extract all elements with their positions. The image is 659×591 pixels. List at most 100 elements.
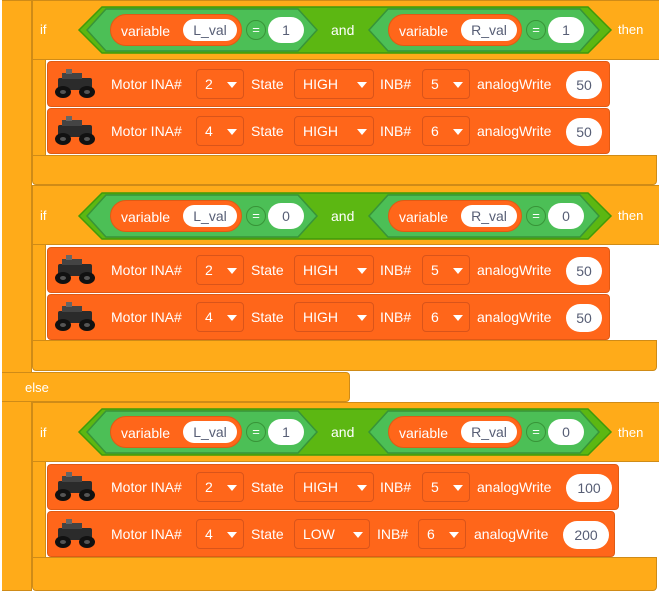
analogwrite-input[interactable]: 50	[566, 71, 602, 99]
ina-dropdown[interactable]: 2	[196, 255, 244, 285]
variable-name-field[interactable]: L_val	[183, 421, 237, 443]
variable-reporter[interactable]: variable R_val	[388, 416, 522, 448]
analogwrite-input[interactable]: 50	[566, 118, 602, 146]
if-block-2-arm	[32, 245, 46, 345]
inb-dropdown[interactable]: 6	[418, 519, 466, 549]
state-dropdown[interactable]: HIGH	[294, 116, 374, 146]
compare-value-input[interactable]: 1	[548, 17, 584, 43]
motor-ina-label: Motor INA#	[111, 526, 182, 542]
and-condition[interactable]: variable L_val = 0 and variable R_val = …	[77, 192, 613, 240]
compare-value-input[interactable]: 1	[268, 419, 304, 445]
variable-label: variable	[121, 209, 171, 225]
state-label: State	[251, 526, 284, 542]
motor-ina-label: Motor INA#	[111, 76, 182, 92]
inb-label: INB#	[380, 76, 412, 92]
variable-label: variable	[399, 209, 449, 225]
compare-value-input[interactable]: 0	[548, 419, 584, 445]
inb-dropdown[interactable]: 5	[422, 69, 470, 99]
analogwrite-label: analogWrite	[477, 123, 552, 139]
ina-dropdown[interactable]: 4	[196, 519, 244, 549]
inb-dropdown[interactable]: 6	[422, 116, 470, 146]
state-dropdown[interactable]: HIGH	[294, 69, 374, 99]
variable-name-field[interactable]: R_val	[461, 19, 517, 41]
ina-dropdown[interactable]: 2	[196, 69, 244, 99]
equals-sign: =	[246, 422, 266, 442]
compare-value-input[interactable]: 0	[268, 203, 304, 229]
variable-reporter[interactable]: variable L_val	[110, 416, 242, 448]
variable-reporter[interactable]: variable R_val	[388, 200, 522, 232]
variable-reporter[interactable]: variable R_val	[388, 14, 522, 46]
analogwrite-input[interactable]: 50	[566, 257, 602, 285]
state-value: HIGH	[303, 309, 338, 325]
if-block-1-arm	[32, 60, 46, 160]
variable-name-field[interactable]: L_val	[183, 19, 237, 41]
state-value: HIGH	[303, 479, 338, 495]
inb-label: INB#	[380, 262, 412, 278]
inb-value: 6	[431, 309, 439, 325]
motor-block[interactable]: Motor INA# 2 State HIGH INB# 5 analogWri…	[47, 61, 610, 107]
motor-ina-label: Motor INA#	[111, 123, 182, 139]
inb-label: INB#	[380, 309, 412, 325]
if-block-3-footer	[32, 557, 657, 591]
variable-label: variable	[399, 425, 449, 441]
ina-value: 4	[205, 526, 213, 542]
ina-value: 2	[205, 76, 213, 92]
inb-label: INB#	[380, 479, 412, 495]
variable-name-field[interactable]: R_val	[461, 421, 517, 443]
caret-down-icon	[453, 315, 463, 321]
motor-ina-label: Motor INA#	[111, 309, 182, 325]
variable-reporter[interactable]: variable L_val	[110, 200, 242, 232]
robot-car-icon	[55, 116, 95, 145]
caret-down-icon	[449, 532, 459, 538]
state-dropdown[interactable]: HIGH	[294, 302, 374, 332]
ina-dropdown[interactable]: 4	[196, 116, 244, 146]
motor-block[interactable]: Motor INA# 2 State HIGH INB# 5 analogWri…	[47, 464, 619, 510]
equals-sign: =	[246, 206, 266, 226]
motor-block[interactable]: Motor INA# 4 State HIGH INB# 6 analogWri…	[47, 108, 610, 154]
and-keyword: and	[331, 22, 355, 38]
equals-sign: =	[246, 20, 266, 40]
caret-down-icon	[453, 82, 463, 88]
ina-dropdown[interactable]: 2	[196, 472, 244, 502]
variable-label: variable	[121, 425, 171, 441]
state-dropdown[interactable]: HIGH	[294, 472, 374, 502]
compare-value-input[interactable]: 1	[268, 17, 304, 43]
analogwrite-label: analogWrite	[474, 526, 549, 542]
outer-if-else-frame[interactable]	[2, 0, 32, 591]
caret-down-icon	[357, 268, 367, 274]
analogwrite-input[interactable]: 100	[566, 474, 612, 502]
then-keyword: then	[618, 22, 644, 37]
inb-dropdown[interactable]: 5	[422, 255, 470, 285]
if-keyword: if	[40, 425, 47, 440]
and-condition[interactable]: variable L_val = 1 and variable R_val = …	[77, 408, 613, 456]
motor-block[interactable]: Motor INA# 4 State HIGH INB# 6 analogWri…	[47, 294, 610, 340]
state-dropdown[interactable]: HIGH	[294, 255, 374, 285]
variable-name-field[interactable]: L_val	[183, 205, 237, 227]
motor-block[interactable]: Motor INA# 2 State HIGH INB# 5 analogWri…	[47, 247, 610, 293]
caret-down-icon	[453, 485, 463, 491]
state-label: State	[251, 123, 284, 139]
variable-name-field[interactable]: R_val	[461, 205, 517, 227]
ina-dropdown[interactable]: 4	[196, 302, 244, 332]
and-condition[interactable]: variable L_val = 1 and variable R_val = …	[77, 6, 613, 54]
inb-label: INB#	[377, 526, 409, 542]
variable-reporter[interactable]: variable L_val	[110, 14, 242, 46]
motor-block[interactable]: Motor INA# 4 State LOW INB# 6 analogWrit…	[47, 511, 615, 557]
robot-car-icon	[55, 255, 95, 284]
equals-sign: =	[526, 422, 546, 442]
analogwrite-input[interactable]: 200	[563, 521, 609, 549]
compare-value-input[interactable]: 0	[548, 203, 584, 229]
state-dropdown[interactable]: LOW	[294, 519, 370, 549]
else-bar[interactable]	[2, 372, 350, 402]
caret-down-icon	[357, 129, 367, 135]
analogwrite-input[interactable]: 50	[566, 304, 602, 332]
variable-label: variable	[121, 23, 171, 39]
inb-value: 6	[431, 123, 439, 139]
motor-ina-label: Motor INA#	[111, 479, 182, 495]
caret-down-icon	[227, 315, 237, 321]
inb-dropdown[interactable]: 5	[422, 472, 470, 502]
if-keyword: if	[40, 22, 47, 37]
caret-down-icon	[227, 129, 237, 135]
inb-dropdown[interactable]: 6	[422, 302, 470, 332]
ina-value: 4	[205, 123, 213, 139]
